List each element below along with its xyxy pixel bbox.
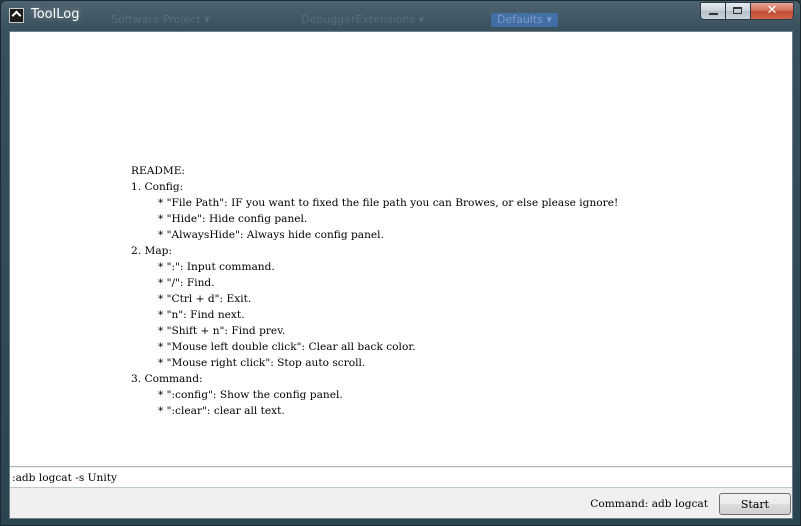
log-line: * ":config": Show the config panel. — [157, 389, 343, 401]
log-line: * ":clear": clear all text. — [131, 405, 285, 417]
log-line: README: — [131, 165, 186, 177]
log-output-area[interactable]: README: 1. Config: * "File Path": IF you… — [10, 32, 792, 467]
close-icon: ✕ — [766, 3, 778, 18]
close-button[interactable]: ✕ — [751, 2, 794, 20]
log-line: * ":": Input command. — [157, 261, 275, 273]
log-line: * "Ctrl + d": Exit. — [157, 293, 252, 305]
log-line: * "/": Find. — [157, 277, 215, 289]
window-title: ToolLog — [31, 7, 80, 22]
status-command-label: Command: adb logcat — [590, 498, 708, 510]
log-line: * "Mouse left double click": Clear all b… — [157, 341, 416, 353]
maximize-button[interactable] — [726, 2, 751, 20]
minimize-button[interactable] — [700, 2, 726, 20]
log-line: * "File Path": IF you want to fixed the … — [157, 197, 619, 209]
log-line: 2. Map: — [131, 245, 172, 257]
log-line: * "Hide": Hide config panel. — [157, 213, 308, 225]
log-line: * "AlwaysHide": Always hide config panel… — [157, 229, 384, 241]
start-button[interactable]: Start — [719, 493, 791, 515]
log-line: * "Mouse right click": Stop auto scroll. — [157, 357, 366, 369]
background-window-hint: Defaults ▾ — [491, 13, 558, 27]
background-window-hint: DebuggerExtensions ▾ — [301, 13, 425, 26]
log-line: 3. Command: — [131, 373, 203, 385]
app-icon — [9, 8, 24, 23]
caption-buttons: ✕ — [700, 2, 794, 21]
background-window-hint: Software Project ▾ — [111, 13, 210, 26]
command-input[interactable] — [10, 468, 792, 488]
log-line: * "Shift + n": Find prev. — [157, 325, 286, 337]
app-window: ToolLog Software Project ▾ DebuggerExten… — [0, 0, 801, 526]
readme-text: README: 1. Config: * "File Path": IF you… — [131, 163, 618, 419]
client-area: README: 1. Config: * "File Path": IF you… — [9, 31, 793, 519]
title-bar[interactable]: ToolLog Software Project ▾ DebuggerExten… — [1, 1, 800, 31]
log-line: * "n": Find next. — [157, 309, 245, 321]
log-line: 1. Config: — [131, 181, 184, 193]
